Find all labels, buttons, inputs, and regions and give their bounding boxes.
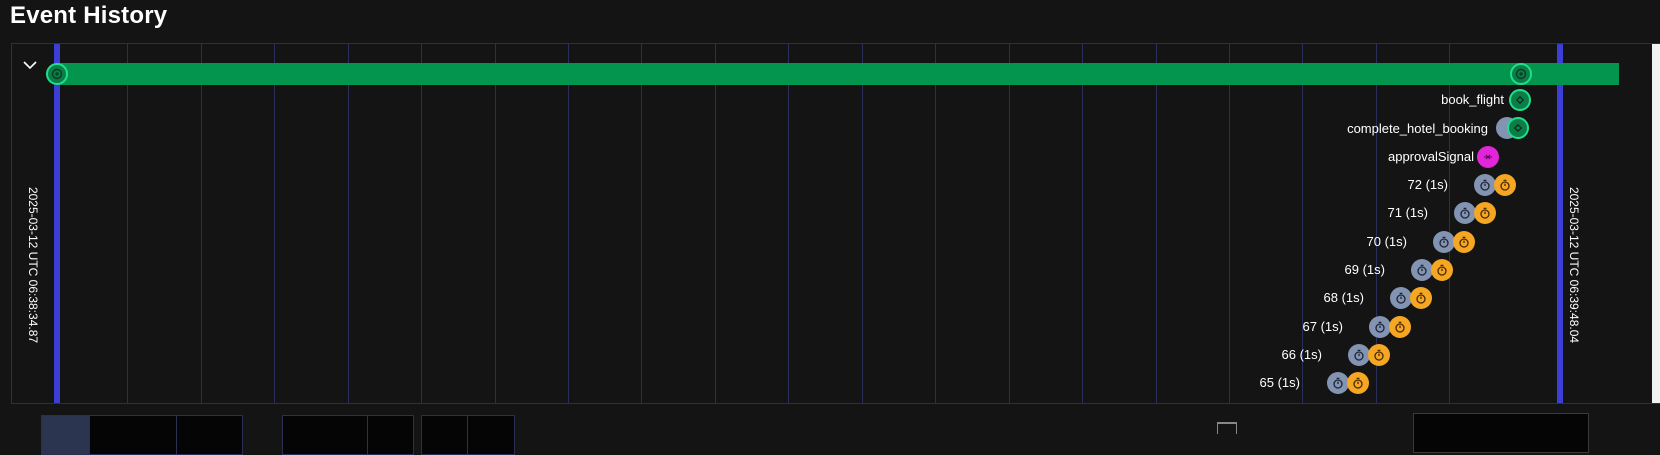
timer-icon	[1374, 349, 1384, 361]
grid-line	[568, 44, 569, 403]
event-label-book-flight[interactable]: book_flight	[1441, 92, 1504, 107]
event-label-complete-hotel-booking[interactable]: complete_hotel_booking	[1347, 121, 1488, 136]
timer-icon	[1500, 179, 1510, 191]
event-label-timer[interactable]: 68 (1s)	[1324, 290, 1364, 305]
event-type-select[interactable]	[1413, 413, 1589, 453]
view-toggle-option[interactable]	[90, 416, 177, 454]
grid-line	[641, 44, 642, 403]
timer-started-marker[interactable]	[1454, 202, 1476, 224]
grid-line	[127, 44, 128, 403]
expand-toggle-group[interactable]	[421, 415, 515, 455]
signal-icon	[1484, 154, 1492, 160]
event-label-timer[interactable]: 69 (1s)	[1345, 262, 1385, 277]
workflow-icon	[1515, 68, 1527, 80]
event-label-timer[interactable]: 66 (1s)	[1282, 347, 1322, 362]
activity-marker[interactable]	[1509, 89, 1531, 111]
grid-line	[421, 44, 422, 403]
timer-started-marker[interactable]	[1411, 259, 1433, 281]
timer-icon	[1460, 207, 1470, 219]
timer-icon	[1354, 349, 1364, 361]
timer-fired-marker[interactable]	[1347, 372, 1369, 394]
event-label-timer[interactable]: 70 (1s)	[1367, 234, 1407, 249]
view-toggle-group[interactable]	[41, 415, 243, 455]
timer-started-marker[interactable]	[1474, 174, 1496, 196]
grid-line	[1156, 44, 1157, 403]
sort-toggle-group[interactable]	[282, 415, 414, 455]
grid-line	[715, 44, 716, 403]
timer-fired-marker[interactable]	[1494, 174, 1516, 196]
timer-started-marker[interactable]	[1327, 372, 1349, 394]
grid-line	[274, 44, 275, 403]
grid-line	[862, 44, 863, 403]
timer-fired-marker[interactable]	[1431, 259, 1453, 281]
end-boundary-line	[1557, 44, 1563, 403]
workflow-start-marker[interactable]	[46, 63, 68, 85]
timer-icon	[1439, 236, 1449, 248]
timer-fired-marker[interactable]	[1474, 202, 1496, 224]
grid-line	[495, 44, 496, 403]
filter-checkbox[interactable]	[1217, 422, 1237, 434]
event-label-approval-signal[interactable]: approvalSignal	[1388, 149, 1474, 164]
expand-toggle-option[interactable]	[422, 416, 468, 454]
timer-icon	[1437, 264, 1447, 276]
event-label-timer[interactable]: 71 (1s)	[1388, 205, 1428, 220]
timer-fired-marker[interactable]	[1368, 344, 1390, 366]
timer-started-marker[interactable]	[1348, 344, 1370, 366]
workflow-icon	[51, 68, 63, 80]
collapse-toggle[interactable]	[21, 56, 39, 74]
event-label-timer[interactable]: 65 (1s)	[1260, 375, 1300, 390]
signal-marker[interactable]	[1477, 146, 1499, 168]
grid-line	[788, 44, 789, 403]
timer-fired-marker[interactable]	[1453, 231, 1475, 253]
sort-toggle-option[interactable]	[283, 416, 368, 454]
view-toggle-option[interactable]	[177, 416, 244, 454]
history-controls	[0, 404, 1660, 455]
grid-line	[201, 44, 202, 403]
start-time-label: 2025-03-12 UTC 06:38:34.87	[26, 186, 40, 344]
timer-fired-marker[interactable]	[1410, 287, 1432, 309]
timer-started-marker[interactable]	[1369, 316, 1391, 338]
start-boundary-line	[54, 44, 60, 403]
workflow-execution-bar[interactable]	[59, 63, 1619, 85]
grid-line	[1082, 44, 1083, 403]
timer-icon	[1480, 179, 1490, 191]
grid-line	[1229, 44, 1230, 403]
grid-line	[935, 44, 936, 403]
timer-started-marker[interactable]	[1433, 231, 1455, 253]
event-timeline[interactable]: 2025-03-12 UTC 06:38:34.87 2025-03-12 UT…	[11, 43, 1660, 404]
activity-marker[interactable]	[1507, 117, 1529, 139]
event-label-timer[interactable]: 72 (1s)	[1408, 177, 1448, 192]
page-title: Event History	[10, 2, 168, 29]
scrollbar-track[interactable]	[1652, 44, 1660, 403]
timer-icon	[1395, 321, 1405, 333]
workflow-end-marker[interactable]	[1510, 63, 1532, 85]
timer-icon	[1416, 292, 1426, 304]
end-time-label: 2025-03-12 UTC 06:39:48.04	[1567, 186, 1581, 344]
timer-started-marker[interactable]	[1390, 287, 1412, 309]
timer-icon	[1375, 321, 1385, 333]
grid-line	[348, 44, 349, 403]
timer-icon	[1396, 292, 1406, 304]
view-toggle-option[interactable]	[42, 416, 90, 454]
activity-icon	[1516, 96, 1524, 104]
timer-icon	[1333, 377, 1343, 389]
timer-icon	[1417, 264, 1427, 276]
timer-icon	[1353, 377, 1363, 389]
activity-icon	[1514, 124, 1522, 132]
event-label-timer[interactable]: 67 (1s)	[1303, 319, 1343, 334]
timer-fired-marker[interactable]	[1389, 316, 1411, 338]
timer-icon	[1459, 236, 1469, 248]
grid-line	[1009, 44, 1010, 403]
timer-icon	[1480, 207, 1490, 219]
chevron-down-icon	[23, 61, 37, 69]
